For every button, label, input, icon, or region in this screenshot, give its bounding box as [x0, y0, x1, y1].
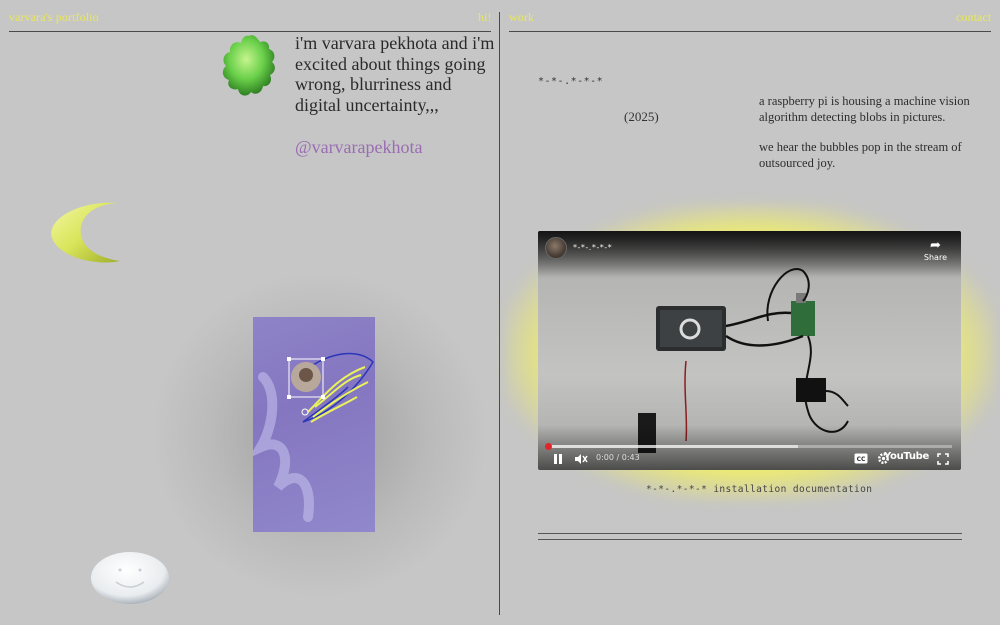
share-arrow-icon: ➦ — [930, 238, 941, 253]
share-button[interactable]: ➦ Share — [923, 238, 947, 263]
hi-link[interactable]: hi! — [478, 10, 492, 25]
artwork-image[interactable] — [253, 317, 375, 532]
muted-volume-icon[interactable] — [574, 452, 588, 466]
video-timecode: 0:00 / 0:43 — [596, 453, 640, 462]
social-handle-link[interactable]: @varvarapekhota — [295, 137, 423, 158]
left-header-rule — [9, 31, 491, 32]
channel-avatar[interactable] — [545, 237, 567, 259]
video-title[interactable]: *-*-.*-*-* — [573, 243, 612, 252]
captions-icon[interactable]: CC — [854, 453, 868, 464]
artwork-scribble-illustration — [253, 352, 374, 522]
flower-3d-icon — [222, 35, 275, 96]
project-title: *-*-.*-*-* — [538, 76, 604, 87]
crescent-3d-icon — [51, 202, 121, 263]
portfolio-title-link[interactable]: varvara's portfolio — [9, 10, 99, 25]
project-description: a raspberry pi is housing a machine visi… — [759, 94, 974, 171]
smiley-3d-icon — [91, 552, 169, 604]
work-link[interactable]: work — [509, 10, 534, 25]
column-divider — [499, 12, 500, 615]
project-description-paragraph-1: a raspberry pi is housing a machine visi… — [759, 94, 970, 124]
share-label: Share — [923, 253, 947, 262]
pause-icon[interactable] — [552, 453, 564, 465]
intro-text: i'm varvara pekhota and i'm excited abou… — [295, 33, 495, 115]
video-scrubber-handle[interactable] — [545, 443, 552, 450]
video-player[interactable]: *-*-.*-*-* ➦ Share 0:00 / 0:43 CC YouTub… — [538, 231, 961, 470]
project-description-paragraph-2: we hear the bubbles pop in the stream of… — [759, 140, 962, 170]
video-progress-bar[interactable] — [548, 445, 952, 448]
svg-text:CC: CC — [857, 456, 866, 463]
right-header-rule — [509, 31, 991, 32]
fullscreen-icon[interactable] — [937, 453, 949, 465]
youtube-logo[interactable]: YouTube — [884, 451, 929, 462]
section-rule-top — [538, 533, 962, 534]
video-caption: *-*-.*-*-* installation documentation — [646, 484, 873, 495]
video-buffered-bar — [548, 445, 799, 448]
section-rule-bottom — [538, 539, 962, 540]
project-year: (2025) — [624, 109, 659, 124]
contact-link[interactable]: contact — [956, 10, 991, 25]
video-top-gradient — [538, 231, 961, 276]
